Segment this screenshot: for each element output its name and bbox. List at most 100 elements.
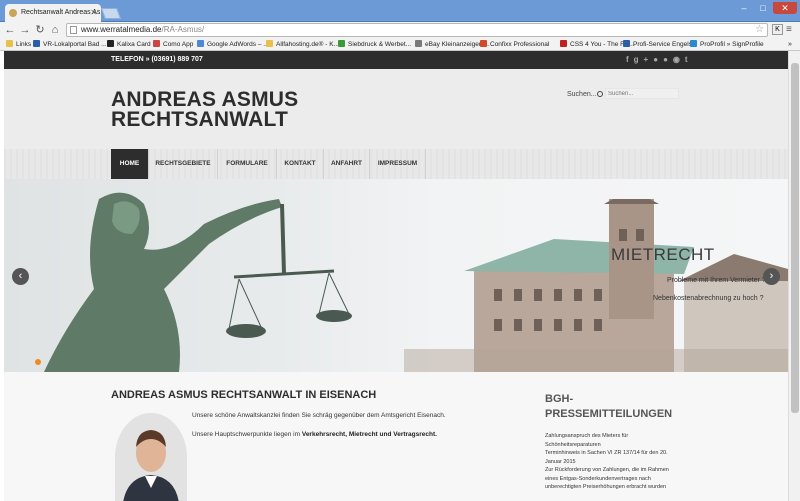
bookmark-item[interactable]: ProProfil » SignProfile	[690, 38, 764, 51]
bookmark-star-icon[interactable]: ☆	[755, 24, 764, 36]
bookmark-label: Confixx Professional	[490, 41, 550, 48]
facebook-icon[interactable]: f	[626, 55, 634, 64]
nav-item-rechtsgebiete[interactable]: RECHTSGEBIETE	[149, 149, 218, 179]
search-input[interactable]	[605, 88, 679, 99]
bookmark-label: Siebdruck & Werbet...	[348, 41, 412, 48]
press-item-line[interactable]: Zahlungsanspruch des Mieters für	[545, 432, 685, 441]
focus-paragraph: Unsere Hauptschwerpunkte liegen im Verke…	[192, 431, 437, 438]
press-heading-line-2: PRESSEMITTEILUNGEN	[545, 408, 673, 420]
page-scrollbar[interactable]	[788, 51, 800, 501]
press-item-line[interactable]: unberechtigten Preiserhöhungen erbracht …	[545, 483, 685, 492]
top-bar: TELEFON » (03691) 889 707 fg+●●◉t	[4, 51, 788, 69]
justitia-statue-image	[44, 192, 352, 372]
press-item-line[interactable]: Terminhinweis in Sachen VI ZR 137/14 für…	[545, 449, 685, 458]
site-logo[interactable]: ANDREAS ASMUS RECHTSANWALT	[111, 88, 299, 131]
bookmark-item[interactable]: VR-Lokalportal Bad ...	[33, 38, 107, 51]
bookmark-label: Links	[16, 41, 32, 48]
press-item-line[interactable]: Zur Rückforderung von Zahlungen, die im …	[545, 466, 685, 475]
bookmark-icon	[266, 40, 273, 47]
slide-subtitle-2: Nebenkostenabrechnung zu hoch ?	[653, 295, 764, 302]
bookmark-icon	[690, 40, 697, 47]
avatar	[115, 413, 187, 501]
bookmark-icon	[480, 40, 487, 47]
browser-tabstrip: Rechtsanwalt Andreas As ✕ – □ ✕	[0, 0, 800, 22]
nav-item-impressum[interactable]: IMPRESSUM	[370, 149, 426, 179]
hero-slider: MIETRECHT Probleme mit Ihrem Vermieter ?…	[4, 179, 788, 372]
extension-icon[interactable]: K	[772, 24, 783, 35]
bookmark-label: Google AdWords – ...	[207, 41, 269, 48]
bookmark-item[interactable]: eBay Kleinanzeigen ...	[415, 38, 490, 51]
nav-item-home[interactable]: HOME	[111, 149, 149, 179]
new-tab-button[interactable]	[100, 8, 122, 19]
bookmark-icon	[197, 40, 204, 47]
url-path: /RA-Asmus/	[161, 25, 205, 34]
content-area: ANDREAS ASMUS RECHTSANWALT IN EISENACH U…	[4, 372, 788, 501]
reload-icon[interactable]: ↻	[33, 23, 47, 37]
intro-paragraph: Unsere schöne Anwaltskanzlei finden Sie …	[192, 412, 446, 419]
twitter-icon[interactable]: t	[685, 55, 693, 64]
slider-dot-active[interactable]	[35, 359, 41, 365]
website: TELEFON » (03691) 889 707 fg+●●◉t ANDREA…	[4, 51, 788, 501]
bookmark-item[interactable]: Siebdruck & Werbet...	[338, 38, 411, 51]
bookmarks-overflow-icon[interactable]: »	[788, 38, 792, 51]
press-heading: BGH- PRESSEMITTEILUNGEN	[545, 392, 672, 422]
logo-line-2: RECHTSANWALT	[111, 108, 288, 131]
bookmark-item[interactable]: Links	[6, 38, 31, 51]
url-host: www.werratalmedia.de	[81, 25, 162, 34]
bookmark-label: Como App	[163, 41, 194, 48]
bookmark-item[interactable]: Profi-Service Engels	[623, 38, 692, 51]
bookmark-item[interactable]: Kalixa Card	[107, 38, 151, 51]
maximize-icon[interactable]: □	[754, 2, 772, 14]
slider-next-button[interactable]: ›	[763, 268, 780, 285]
bookmark-icon	[153, 40, 160, 47]
nav-item-formulare[interactable]: FORMULARE	[218, 149, 277, 179]
browser-tab[interactable]: Rechtsanwalt Andreas As ✕	[5, 4, 101, 22]
close-window-icon[interactable]: ✕	[773, 2, 797, 14]
nav-item-anfahrt[interactable]: ANFAHRT	[324, 149, 370, 179]
bookmark-label: VR-Lokalportal Bad ...	[43, 41, 107, 48]
page-icon	[70, 26, 77, 34]
flickr-icon[interactable]: ●●	[653, 55, 673, 64]
address-bar[interactable]: www.werratalmedia.de/RA-Asmus/ ☆	[66, 23, 768, 37]
logo-line-1: ANDREAS ASMUS	[111, 88, 299, 111]
bookmark-item[interactable]: Google AdWords – ...	[197, 38, 269, 51]
browser-toolbar: ← → ↻ ⌂ www.werratalmedia.de/RA-Asmus/ ☆…	[0, 22, 800, 38]
focus-prefix: Unsere Hauptschwerpunkte liegen im	[192, 431, 302, 438]
scrollbar-thumb[interactable]	[791, 63, 799, 413]
tab-title: Rechtsanwalt Andreas As	[21, 9, 101, 16]
bookmark-icon	[338, 40, 345, 47]
lawyer-portrait-image	[115, 413, 187, 501]
bookmark-item[interactable]: Como App	[153, 38, 193, 51]
search-label: Suchen...	[567, 91, 597, 98]
forward-icon[interactable]: →	[18, 23, 32, 37]
bookmark-icon	[33, 40, 40, 47]
press-item-line[interactable]: Schönheitsreparaturen	[545, 441, 685, 450]
google-plus-icon[interactable]: g+	[634, 55, 654, 64]
bookmarks-bar: » Links VR-Lokalportal Bad ... Kalixa Card…	[0, 38, 800, 51]
bookmark-icon	[415, 40, 422, 47]
bookmark-item[interactable]: Confixx Professional	[480, 38, 549, 51]
search-icon[interactable]	[597, 91, 603, 97]
phone-number: TELEFON » (03691) 889 707	[111, 56, 203, 63]
bookmark-label: Kalixa Card	[117, 41, 151, 48]
press-item-line[interactable]: Januar 2015	[545, 458, 685, 467]
focus-areas: Verkehrsrecht, Mietrecht und Vertragsrec…	[301, 431, 437, 438]
close-tab-icon[interactable]: ✕	[90, 8, 97, 17]
minimize-icon[interactable]: –	[735, 2, 753, 14]
browser-menu-icon[interactable]: ≡	[786, 24, 792, 35]
home-icon[interactable]: ⌂	[48, 23, 62, 37]
back-icon[interactable]: ←	[3, 23, 17, 37]
bookmark-icon	[623, 40, 630, 47]
bookmark-label: ProProfil » SignProfile	[700, 41, 764, 48]
bookmark-label: Profi-Service Engels	[633, 41, 692, 48]
press-list: Zahlungsanspruch des Mieters für Schönhei…	[545, 432, 685, 492]
nav-item-kontakt[interactable]: KONTAKT	[277, 149, 324, 179]
slider-prev-button[interactable]: ‹	[12, 268, 29, 285]
press-heading-line-1: BGH-	[545, 393, 574, 405]
slide-title: MIETRECHT	[611, 245, 715, 264]
bookmark-item[interactable]: Allfahosting.de® - K...	[266, 38, 339, 51]
press-item-line[interactable]: eines Entgas-Sonderkundenvertrages nach	[545, 475, 685, 484]
main-heading: ANDREAS ASMUS RECHTSANWALT IN EISENACH	[111, 389, 377, 401]
social-icons: fg+●●◉t	[626, 51, 693, 69]
rss-icon[interactable]: ◉	[673, 55, 685, 64]
